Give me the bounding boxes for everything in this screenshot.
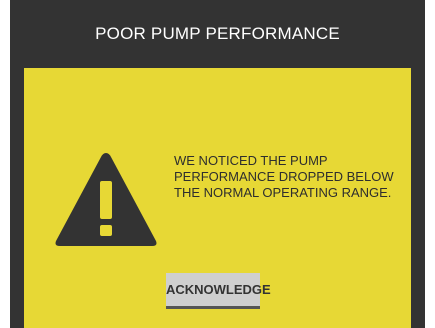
dialog-title: POOR PUMP PERFORMANCE bbox=[95, 24, 340, 43]
dialog-body: WE NOTICED THE PUMP PERFORMANCE DROPPED … bbox=[24, 68, 411, 328]
dialog-title-bar: POOR PUMP PERFORMANCE bbox=[10, 0, 425, 68]
acknowledge-button[interactable]: ACKNOWLEDGE bbox=[166, 273, 271, 309]
dialog-message: WE NOTICED THE PUMP PERFORMANCE DROPPED … bbox=[174, 153, 394, 200]
warning-triangle-icon bbox=[55, 153, 157, 246]
alert-dialog: POOR PUMP PERFORMANCE WE NOTICED THE PUM… bbox=[10, 0, 425, 328]
